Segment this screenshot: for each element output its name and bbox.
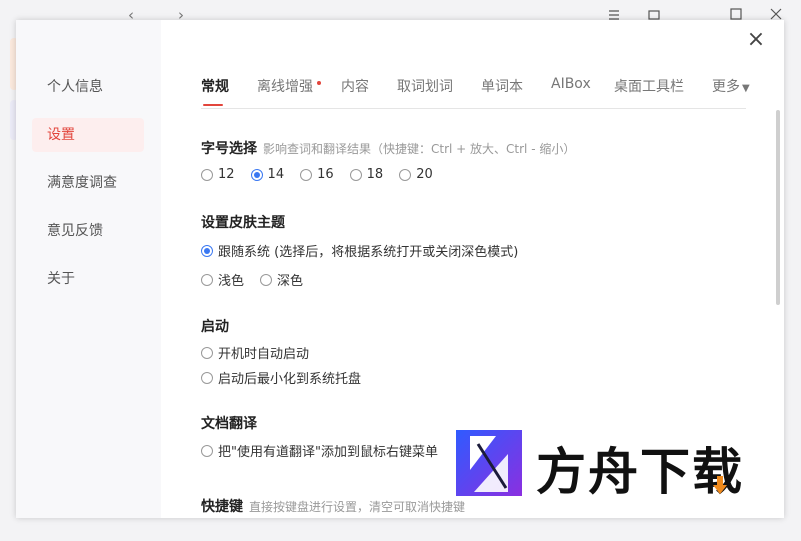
sidebar-item-about[interactable]: 关于: [32, 262, 144, 296]
context-menu-option[interactable]: 把"使用有道翻译"添加到鼠标右键菜单: [201, 441, 438, 460]
minimize-tray-label: 启动后最小化到系统托盘: [218, 372, 362, 387]
radio-icon: [201, 444, 213, 457]
font-size-option-label: 20: [416, 167, 433, 182]
auto-start-label: 开机时自动启动: [218, 347, 310, 362]
font-size-section: 字号选择 影响查词和翻译结果（快捷键：Ctrl + 放大、Ctrl - 缩小）: [201, 138, 575, 158]
startup-title: 启动: [201, 319, 229, 335]
minimize-tray-option[interactable]: 启动后最小化到系统托盘: [201, 368, 361, 387]
new-badge-dot: [317, 81, 321, 85]
font-size-title: 字号选择: [201, 141, 257, 157]
settings-tabs: 常规 离线增强 内容 取词划词 单词本 AIBox 桌面工具栏 更多 ▼: [201, 76, 750, 109]
doc-translate-title: 文档翻译: [201, 416, 257, 432]
hotkey-hint: 直接按键盘进行设置，清空可取消快捷键: [249, 500, 466, 514]
tab-wordbook[interactable]: 单词本: [481, 76, 523, 96]
font-size-option-20[interactable]: 20: [399, 167, 433, 182]
context-menu-label: 把"使用有道翻译"添加到鼠标右键菜单: [218, 445, 438, 460]
sidebar-item-profile[interactable]: 个人信息: [32, 70, 144, 104]
tab-more-label: 更多: [712, 79, 740, 95]
hotkey-title: 快捷键: [201, 499, 243, 515]
tab-more[interactable]: 更多 ▼: [712, 76, 750, 96]
font-size-option-16[interactable]: 16: [300, 167, 334, 182]
auto-start-option[interactable]: 开机时自动启动: [201, 343, 309, 362]
tab-desktop-toolbar[interactable]: 桌面工具栏: [614, 76, 684, 96]
skin-options: 浅色 深色: [201, 270, 319, 289]
skin-dark-label: 深色: [277, 274, 304, 289]
radio-checked-icon: [201, 244, 213, 257]
radio-icon: [260, 273, 273, 286]
watermark-logo-icon: [456, 430, 522, 496]
sidebar-item-survey[interactable]: 满意度调查: [32, 166, 144, 200]
skin-light-option[interactable]: 浅色: [201, 270, 244, 289]
close-icon[interactable]: ×: [746, 29, 766, 51]
sidebar-item-settings[interactable]: 设置: [32, 118, 144, 152]
tab-word-capture[interactable]: 取词划词: [397, 76, 453, 96]
font-size-option-label: 12: [218, 167, 235, 182]
radio-icon: [349, 168, 362, 181]
radio-icon: [201, 371, 213, 384]
font-size-option-18[interactable]: 18: [349, 167, 384, 182]
sidebar-item-feedback[interactable]: 意见反馈: [32, 214, 144, 248]
scrollbar[interactable]: [776, 110, 780, 305]
skin-light-label: 浅色: [218, 274, 245, 289]
tab-offline[interactable]: 离线增强: [257, 76, 313, 96]
font-size-option-label: 16: [317, 167, 334, 182]
radio-icon: [201, 273, 213, 286]
radio-checked-icon: [250, 168, 263, 181]
hotkey-section: 快捷键 直接按键盘进行设置，清空可取消快捷键: [201, 496, 465, 516]
tab-general[interactable]: 常规: [201, 76, 229, 96]
radio-icon: [201, 346, 213, 359]
tab-content[interactable]: 内容: [341, 76, 369, 96]
radio-icon: [300, 168, 313, 181]
caret-down-icon: ▼: [742, 83, 750, 94]
font-size-option-label: 18: [366, 167, 384, 182]
skin-title: 设置皮肤主题: [201, 215, 285, 231]
skin-dark-option[interactable]: 深色: [260, 270, 303, 289]
active-tab-indicator: [203, 104, 223, 106]
font-size-hint: 影响查词和翻译结果（快捷键：Ctrl + 放大、Ctrl - 缩小）: [263, 142, 576, 156]
watermark-arrow-icon: [713, 476, 727, 494]
skin-follow-system-option[interactable]: 跟随系统 (选择后，将根据系统打开或关闭深色模式): [201, 241, 518, 260]
font-size-option-12[interactable]: 12: [201, 167, 235, 182]
font-size-option-14[interactable]: 14: [250, 167, 285, 182]
skin-follow-system-label: 跟随系统 (选择后，将根据系统打开或关闭深色模式): [218, 245, 519, 260]
settings-sidebar: 个人信息 设置 满意度调查 意见反馈 关于: [16, 20, 161, 518]
radio-icon: [399, 168, 412, 181]
radio-icon: [201, 168, 213, 181]
font-size-options: 12 14 16 18 20: [201, 167, 449, 182]
tab-aibox[interactable]: AIBox: [551, 76, 591, 92]
font-size-option-label: 14: [267, 167, 285, 182]
